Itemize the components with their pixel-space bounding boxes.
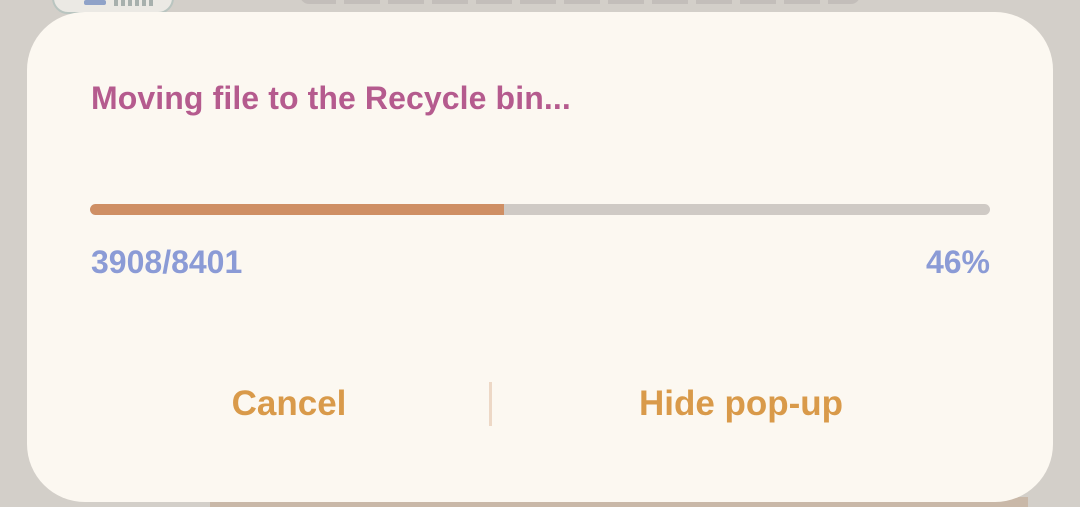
hide-popup-button[interactable]: Hide pop-up — [499, 374, 983, 434]
dialog-title: Moving file to the Recycle bin... — [91, 80, 571, 116]
progress-bar-fill — [90, 204, 504, 215]
progress-percent: 46% — [925, 244, 990, 280]
button-divider — [489, 382, 492, 426]
dialog-actions: Cancel Hide pop-up — [27, 374, 1053, 434]
progress-dialog: Moving file to the Recycle bin... 3908/8… — [27, 12, 1053, 502]
progress-bar — [90, 204, 990, 215]
progress-count: 3908/8401 — [91, 244, 243, 280]
background-text — [300, 0, 860, 4]
cancel-button[interactable]: Cancel — [83, 374, 495, 434]
